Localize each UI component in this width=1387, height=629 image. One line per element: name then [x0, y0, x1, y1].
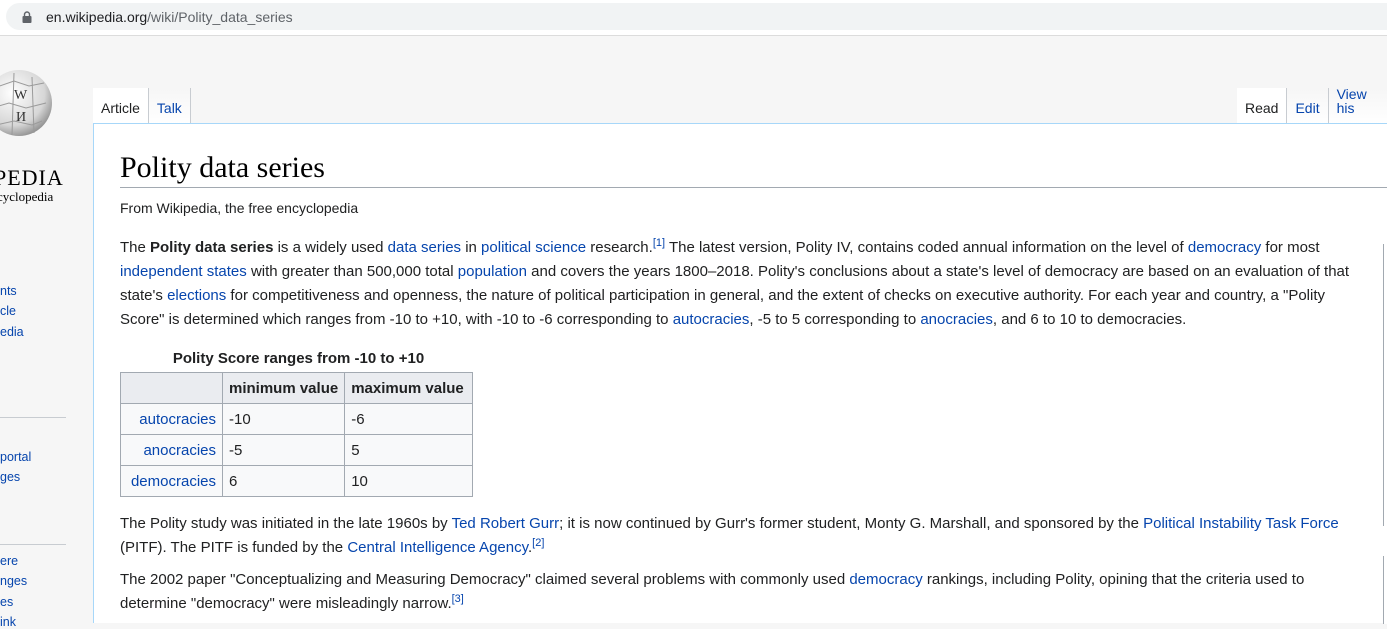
sidebar: W И PEDIA cyclopedia nts cle edia portal…: [0, 37, 93, 629]
table-header-row: minimum value maximum value: [120, 372, 474, 404]
sidebar-link-about-wikipedia[interactable]: edia: [0, 325, 24, 339]
infobox-edge: [1383, 244, 1387, 526]
infobox-edge: [1383, 556, 1387, 624]
link-democracy-rankings[interactable]: democracy: [849, 571, 922, 588]
sidebar-link-related-changes[interactable]: nges: [0, 574, 27, 588]
lock-icon: [22, 11, 32, 23]
table-cell: -6: [344, 403, 474, 435]
criticism-paragraph: The 2002 paper "Conceptualizing and Meas…: [120, 571, 1305, 612]
sidebar-link-contents[interactable]: nts: [0, 284, 17, 298]
wikipedia-globe-logo-icon[interactable]: W И: [0, 53, 54, 158]
page-title: Polity data series: [120, 151, 325, 184]
site-tagline: From Wikipedia, the free encyclopedia: [120, 200, 359, 216]
logo-wordmark: PEDIA: [0, 165, 64, 190]
link-anocracies[interactable]: anocracies: [920, 311, 993, 328]
tab-article[interactable]: Article: [93, 88, 149, 124]
intro-paragraph: The Polity data series is a widely used …: [120, 237, 1350, 329]
sidebar-link-recent-changes[interactable]: ges: [0, 470, 20, 484]
sidebar-link-permanent-link[interactable]: ink: [0, 615, 16, 629]
table-cell: 10: [344, 465, 474, 497]
namespace-tabs: Article Talk: [93, 88, 191, 124]
citation-3[interactable]: [3]: [452, 593, 464, 605]
link-democracy[interactable]: democracy: [1188, 239, 1261, 256]
table-row: anocracies -5 5: [120, 434, 474, 466]
history-paragraph: The Polity study was initiated in the la…: [120, 515, 1339, 556]
table-header-max: maximum value: [344, 372, 474, 404]
table-cell: -5: [221, 434, 346, 466]
logo-glyph-w: W: [14, 88, 28, 103]
link-ted-robert-gurr[interactable]: Ted Robert Gurr: [452, 515, 560, 532]
sidebar-link-community-portal[interactable]: portal: [0, 450, 31, 464]
table-row: autocracies -10 -6: [120, 403, 474, 435]
table-cell: 6: [221, 465, 346, 497]
sidebar-link-random-article[interactable]: cle: [0, 304, 16, 318]
citation-1[interactable]: [1]: [653, 237, 665, 249]
title-underline: [120, 187, 1387, 188]
url-text[interactable]: en.wikipedia.org/wiki/Polity_data_series: [46, 9, 293, 25]
sidebar-divider: [0, 417, 66, 418]
link-autocracies[interactable]: autocracies: [673, 311, 750, 328]
bold-term: Polity data series: [150, 239, 274, 256]
link-political-instability-task-force[interactable]: Political Instability Task Force: [1143, 515, 1339, 532]
link-population[interactable]: population: [458, 263, 527, 280]
tab-edit[interactable]: Edit: [1287, 88, 1329, 124]
view-tabs: Read Edit View his: [1237, 87, 1387, 124]
row-link-anocracies[interactable]: anocracies: [143, 442, 216, 459]
logo-glyph-i: И: [16, 110, 26, 125]
link-central-intelligence-agency[interactable]: Central Intelligence Agency: [347, 539, 528, 556]
table-row: democracies 6 10: [120, 465, 474, 497]
row-link-autocracies[interactable]: autocracies: [139, 411, 216, 428]
logo-tagline: cyclopedia: [0, 189, 54, 204]
polity-score-table: minimum value maximum value autocracies …: [120, 372, 474, 497]
link-data-series[interactable]: data series: [388, 239, 461, 256]
tab-view-history[interactable]: View his: [1328, 87, 1387, 124]
url-path: /wiki/Polity_data_series: [147, 9, 293, 25]
sidebar-link-special-pages[interactable]: es: [0, 595, 13, 609]
sidebar-divider: [0, 544, 66, 545]
url-field[interactable]: en.wikipedia.org/wiki/Polity_data_series: [6, 3, 1387, 30]
row-link-democracies[interactable]: democracies: [131, 473, 216, 490]
link-independent-states[interactable]: independent states: [120, 263, 247, 280]
browser-address-bar: en.wikipedia.org/wiki/Polity_data_series: [0, 0, 1387, 36]
table-caption: Polity Score ranges from -10 to +10: [172, 350, 425, 367]
table-cell: -10: [221, 403, 346, 435]
link-elections[interactable]: elections: [167, 287, 226, 304]
table-header-min: minimum value: [221, 372, 346, 404]
url-host: en.wikipedia.org: [46, 9, 148, 25]
tab-talk[interactable]: Talk: [148, 88, 191, 124]
link-political-science[interactable]: political science: [481, 239, 586, 256]
citation-2[interactable]: [2]: [532, 537, 544, 549]
table-header-corner: [120, 372, 223, 404]
table-cell: 5: [344, 434, 474, 466]
tab-read[interactable]: Read: [1237, 88, 1288, 124]
article-content: Polity data series From Wikipedia, the f…: [93, 123, 1387, 624]
sidebar-link-what-links-here[interactable]: ere: [0, 554, 18, 568]
